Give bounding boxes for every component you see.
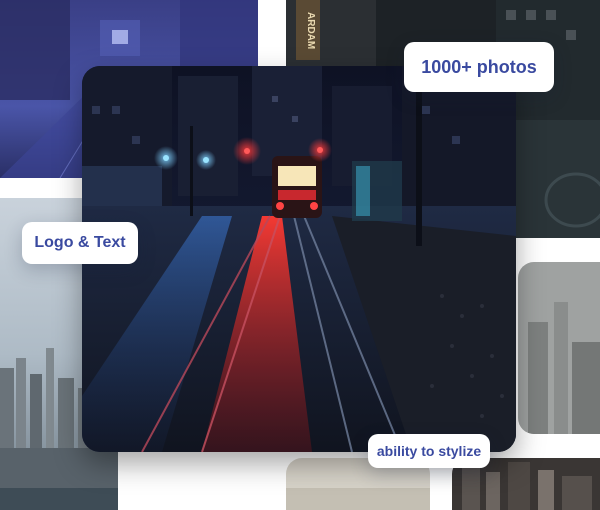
stylize-badge: ability to stylize <box>368 434 490 468</box>
theater-sign-text: ARDAM <box>305 12 316 49</box>
featured-photo-night-tram <box>82 66 516 452</box>
photos-count-badge: 1000+ photos <box>404 42 554 92</box>
collage-photo-foggy-city <box>518 262 600 434</box>
logo-text-badge: Logo & Text <box>22 222 138 264</box>
